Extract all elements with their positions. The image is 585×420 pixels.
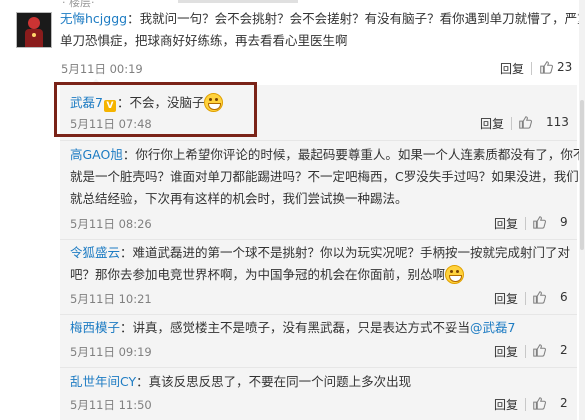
top-divider	[178, 0, 298, 3]
reply-4-username[interactable]: 梅西模子	[70, 320, 120, 335]
reply-4-date: 5月11日 09:19	[70, 345, 152, 359]
reply-divider	[60, 367, 577, 368]
reply-5-text: ：真该反思反思了，不要在同一个问题上多次出现	[136, 374, 412, 389]
reply-2-line3: 就总结经验，下次再有这样的机会时，我们尝试换一种踢法。	[70, 191, 408, 206]
reply-3-line2: 吧？那你去参加电竞世界杯啊，为中国争冠的机会在你面前，别怂啊	[70, 264, 465, 286]
reply-2-like-count: 9	[560, 215, 568, 229]
main-like-count: 23	[557, 60, 573, 74]
separator	[531, 62, 532, 75]
main-comment-date: 5月11日 00:19	[61, 62, 143, 76]
reply-divider	[60, 140, 577, 141]
reply-3-reply-button[interactable]: 回复	[494, 290, 518, 307]
like-icon[interactable]	[532, 396, 546, 410]
reply-3-date: 5月11日 10:21	[70, 292, 152, 306]
avatar-arc-reactor	[32, 33, 36, 37]
avatar-body	[25, 29, 43, 47]
separator	[525, 292, 526, 305]
reply-5-reply-button[interactable]: 回复	[494, 396, 518, 413]
reply-2-reply-button[interactable]: 回复	[494, 215, 518, 232]
separator	[525, 345, 526, 358]
avatar[interactable]	[16, 12, 52, 48]
scrollbar[interactable]	[579, 0, 585, 420]
reply-3-text-1: ：难道武磊进的第一个球不是挑射？你以为玩实况呢？手柄按一按就完成射门了对	[120, 245, 571, 260]
reply-3-text-2: 吧？那你去参加电竞世界杯啊，为中国争冠的机会在你面前，别怂啊	[70, 267, 446, 282]
main-comment-username[interactable]: 无悔hcjggg	[60, 11, 127, 26]
like-icon[interactable]	[518, 115, 532, 129]
reply-divider	[60, 314, 577, 315]
main-comment-line1: 无悔hcjggg：我就问一句？会不会挑射？会不会搓射？有没有脑子？看你遇到单刀就…	[60, 8, 585, 30]
reply-2-text-1: ：你行你上希望你评论的时候，最起码要尊重人。如果一个人连素质都没有了，你不	[122, 147, 585, 162]
reply-4-line: 梅西模子：讲真，感觉楼主不是喷子，没有黑武磊，只是表达方式不妥当@武磊7	[70, 317, 515, 339]
laugh-emoji-icon	[445, 265, 465, 284]
reply-divider	[60, 239, 577, 240]
reply-5-like-count: 2	[560, 396, 568, 410]
separator	[511, 117, 512, 130]
like-icon[interactable]	[532, 290, 546, 304]
reply-5-line: 乱世年间CY：真该反思反思了，不要在同一个问题上多次出现	[70, 371, 411, 393]
reply-4-mention[interactable]: @武磊7	[470, 320, 515, 335]
reply-4-like-count: 2	[560, 343, 568, 357]
reply-5-date: 5月11日 11:50	[70, 398, 152, 412]
reply-2-line1: 高GAO旭：你行你上希望你评论的时候，最起码要尊重人。如果一个人连素质都没有了，…	[70, 144, 585, 166]
reply-4-reply-button[interactable]: 回复	[494, 343, 518, 360]
scrollbar-thumb[interactable]	[580, 100, 584, 250]
separator	[525, 217, 526, 230]
reply-5-username[interactable]: 乱世年间CY	[70, 374, 136, 389]
reply-2-line2: 就是一个脏壳吗？谁面对单刀都能踢进吗？不一定吧梅西，C罗没失手过吗？如果没进，我…	[70, 169, 579, 184]
reply-1-like-count: 113	[546, 115, 569, 129]
reply-3-username[interactable]: 令狐盛云	[70, 245, 120, 260]
reply-2-date: 5月11日 08:26	[70, 217, 152, 231]
like-icon[interactable]	[532, 343, 546, 357]
reply-4-text: ：讲真，感觉楼主不是喷子，没有黑武磊，只是表达方式不妥当	[120, 320, 471, 335]
main-comment-text-1: ：我就问一句？会不会挑射？会不会搓射？有没有脑子？看你遇到单刀就懵了，严重得	[127, 11, 585, 26]
reply-3-line1: 令狐盛云：难道武磊进的第一个球不是挑射？你以为玩实况呢？手柄按一按就完成射门了对	[70, 242, 570, 264]
reply-1-reply-button[interactable]: 回复	[480, 115, 504, 132]
reply-3-like-count: 6	[560, 290, 568, 304]
like-icon[interactable]	[532, 215, 546, 229]
reply-2-username[interactable]: 高GAO旭	[70, 147, 123, 162]
avatar-helmet	[28, 17, 40, 29]
highlight-box	[54, 82, 257, 137]
main-comment-line2: 单刀恐惧症，把球商好好练练，再去看看心里医生啊	[60, 33, 348, 48]
main-reply-button[interactable]: 回复	[500, 60, 524, 77]
like-icon[interactable]	[539, 60, 553, 74]
separator	[525, 398, 526, 411]
